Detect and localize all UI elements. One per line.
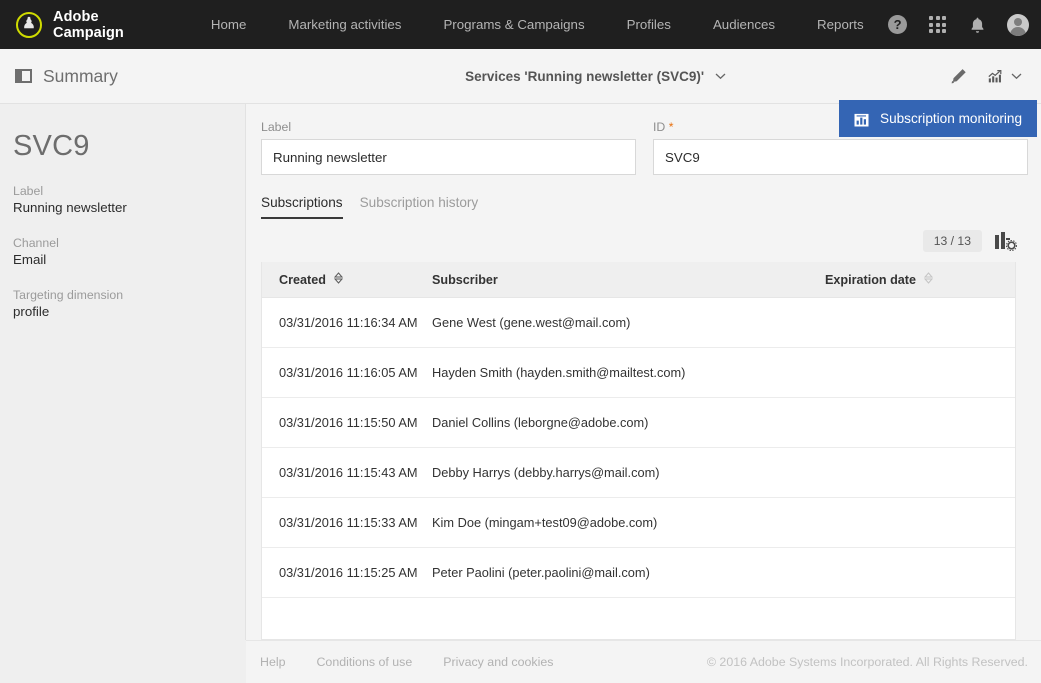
table-row[interactable]: 03/31/2016 11:15:33 AM Kim Doe (mingam+t… <box>262 498 1015 548</box>
summary-sidebar: SVC9 Label Running newsletter Channel Em… <box>0 104 246 640</box>
brand-home-link[interactable]: ♟ Adobe Campaign <box>0 9 124 41</box>
footer-link-privacy-and-cookies[interactable]: Privacy and cookies <box>443 655 553 669</box>
column-header-created-label: Created <box>279 273 326 287</box>
id-field-caption-text: ID <box>653 120 665 134</box>
footer-link-conditions-of-use[interactable]: Conditions of use <box>316 655 412 669</box>
subscriptions-table: Created Subscriber <box>261 262 1016 640</box>
user-avatar[interactable] <box>1005 12 1031 38</box>
cell-subscriber: Peter Paolini (peter.paolini@mail.com) <box>432 565 825 580</box>
sidebar-targeting-caption: Targeting dimension <box>13 288 245 302</box>
subscription-monitoring-label: Subscription monitoring <box>880 111 1022 126</box>
application-window: ♟ Adobe Campaign Home Marketing activiti… <box>0 0 1041 683</box>
nav-item-home[interactable]: Home <box>190 17 267 32</box>
column-settings-icon[interactable] <box>995 232 1016 249</box>
summary-layout-icon <box>15 69 32 83</box>
breadcrumb: Services 'Running newsletter (SVC9)' <box>246 68 945 84</box>
footer-sidebar-underlay <box>0 640 246 683</box>
tab-subscriptions[interactable]: Subscriptions <box>261 195 343 219</box>
label-field-caption: Label <box>261 120 636 134</box>
analytics-chart-dropdown[interactable] <box>988 63 1022 89</box>
chevron-down-icon <box>715 68 726 83</box>
gear-icon <box>1006 240 1017 251</box>
sidebar-targeting-value: profile <box>13 304 245 319</box>
tab-subscription-history[interactable]: Subscription history <box>360 195 479 219</box>
id-input[interactable] <box>653 139 1028 175</box>
app-grid-icon[interactable] <box>925 12 951 38</box>
column-header-created[interactable]: Created <box>262 272 432 287</box>
record-count-badge: 13 / 13 <box>923 230 982 252</box>
subscription-monitoring-menu-item[interactable]: Subscription monitoring <box>839 100 1037 137</box>
table-row[interactable]: 03/31/2016 11:15:50 AM Daniel Collins (l… <box>262 398 1015 448</box>
app-grid-dots <box>929 16 946 33</box>
nav-item-reports[interactable]: Reports <box>796 17 885 32</box>
table-row[interactable]: 03/31/2016 11:15:25 AM Peter Paolini (pe… <box>262 548 1015 598</box>
notifications-bell-icon[interactable] <box>965 12 991 38</box>
cell-created: 03/31/2016 11:16:34 AM <box>262 315 432 330</box>
adobe-campaign-logo-icon: ♟ <box>16 12 42 38</box>
cell-subscriber: Daniel Collins (leborgne@adobe.com) <box>432 415 825 430</box>
column-header-expiration-date[interactable]: Expiration date <box>825 272 1015 287</box>
page-footer: Help Conditions of use Privacy and cooki… <box>0 640 1041 683</box>
sidebar-field-channel: Channel Email <box>13 236 245 267</box>
table-toolbar: 13 / 13 <box>261 219 1016 262</box>
table-row[interactable]: 03/31/2016 11:16:34 AM Gene West (gene.w… <box>262 298 1015 348</box>
column-header-subscriber: Subscriber <box>432 273 825 287</box>
sort-icon[interactable] <box>334 272 343 287</box>
content-tabs: Subscriptions Subscription history <box>246 175 1041 219</box>
subscriptions-panel: 13 / 13 Created <box>261 219 1016 640</box>
main-content: Label ID * Subscriptions Subscription hi… <box>246 104 1041 640</box>
cell-created: 03/31/2016 11:15:33 AM <box>262 515 432 530</box>
sidebar-field-label: Label Running newsletter <box>13 184 245 215</box>
logo-glyph: ♟ <box>22 17 35 32</box>
label-input[interactable] <box>261 139 636 175</box>
page-body: SVC9 Label Running newsletter Channel Em… <box>0 104 1041 640</box>
cell-created: 03/31/2016 11:15:25 AM <box>262 565 432 580</box>
nav-item-marketing-activities[interactable]: Marketing activities <box>267 17 422 32</box>
column-header-subscriber-label: Subscriber <box>432 273 498 287</box>
pencil-edit-icon[interactable] <box>945 63 971 89</box>
sidebar-label-value: Running newsletter <box>13 200 245 215</box>
cell-subscriber: Kim Doe (mingam+test09@adobe.com) <box>432 515 825 530</box>
label-field-group: Label <box>261 120 636 175</box>
help-glyph: ? <box>888 15 907 34</box>
breadcrumb-dropdown[interactable]: Services 'Running newsletter (SVC9)' <box>465 68 726 84</box>
sort-icon[interactable] <box>924 272 933 287</box>
sidebar-field-targeting-dimension: Targeting dimension profile <box>13 288 245 319</box>
table-header-row: Created Subscriber <box>262 262 1015 298</box>
chevron-down-icon <box>1011 67 1022 85</box>
sidebar-label-caption: Label <box>13 184 245 198</box>
avatar-image <box>1007 14 1029 36</box>
column-header-expiration-label: Expiration date <box>825 273 916 287</box>
cell-subscriber: Hayden Smith (hayden.smith@mailtest.com) <box>432 365 825 380</box>
cell-created: 03/31/2016 11:15:43 AM <box>262 465 432 480</box>
nav-icon-group: ? <box>885 12 1041 38</box>
sidebar-channel-caption: Channel <box>13 236 245 250</box>
subscription-monitoring-icon <box>854 111 869 127</box>
table-row[interactable]: 03/31/2016 11:15:43 AM Debby Harrys (deb… <box>262 448 1015 498</box>
required-asterisk: * <box>669 120 674 134</box>
top-navigation-bar: ♟ Adobe Campaign Home Marketing activiti… <box>0 0 1041 49</box>
footer-copyright: © 2016 Adobe Systems Incorporated. All R… <box>707 655 1028 669</box>
page-title: Summary <box>43 66 118 87</box>
cell-created: 03/31/2016 11:15:50 AM <box>262 415 432 430</box>
table-row[interactable] <box>262 598 1015 640</box>
cell-subscriber: Gene West (gene.west@mail.com) <box>432 315 825 330</box>
analytics-chart-icon <box>988 67 1004 85</box>
page-toolbar-actions <box>945 63 1041 89</box>
footer-link-help[interactable]: Help <box>260 655 285 669</box>
main-nav-links: Home Marketing activities Programs & Cam… <box>190 17 885 32</box>
nav-item-profiles[interactable]: Profiles <box>606 17 692 32</box>
page-toolbar: Summary Services 'Running newsletter (SV… <box>0 49 1041 104</box>
sidebar-channel-value: Email <box>13 252 245 267</box>
page-toolbar-left: Summary <box>0 66 246 87</box>
cell-subscriber: Debby Harrys (debby.harrys@mail.com) <box>432 465 825 480</box>
brand-name: Adobe Campaign <box>53 9 124 41</box>
nav-item-audiences[interactable]: Audiences <box>692 17 796 32</box>
sidebar-title: SVC9 <box>13 130 245 163</box>
cell-created: 03/31/2016 11:16:05 AM <box>262 365 432 380</box>
help-icon[interactable]: ? <box>885 12 911 38</box>
breadcrumb-title-text: Services 'Running newsletter (SVC9)' <box>465 69 704 84</box>
table-row[interactable]: 03/31/2016 11:16:05 AM Hayden Smith (hay… <box>262 348 1015 398</box>
nav-item-programs-campaigns[interactable]: Programs & Campaigns <box>422 17 605 32</box>
